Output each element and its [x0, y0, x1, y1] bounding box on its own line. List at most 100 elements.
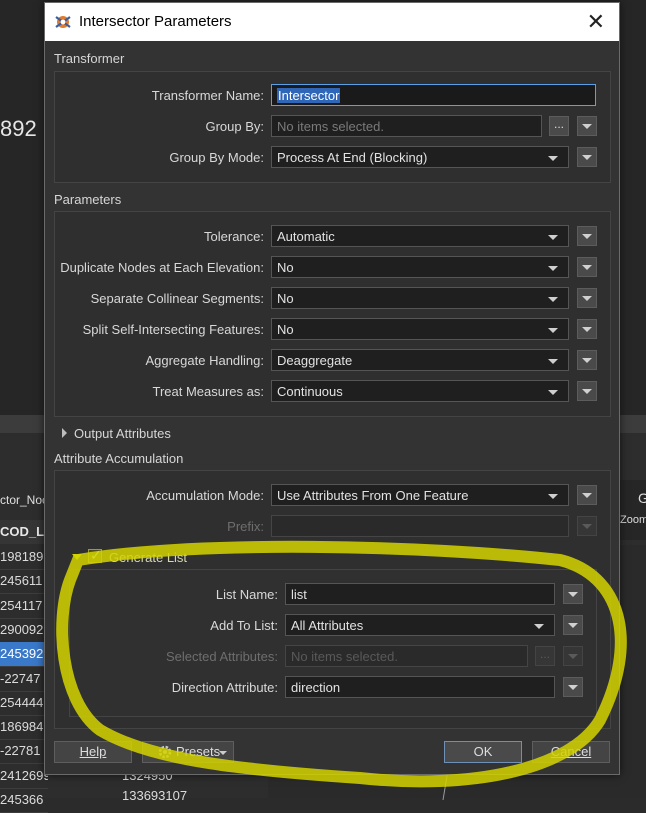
accumulation-section-title: Attribute Accumulation	[54, 451, 184, 466]
chevron-down-icon	[582, 493, 592, 498]
expand-right-icon[interactable]	[62, 428, 67, 438]
parameter-select[interactable]: Automatic	[271, 225, 569, 247]
group-by-menu-button[interactable]	[577, 116, 597, 136]
right-toolbar-label: G	[638, 490, 646, 506]
transformer-name-label: Transformer Name:	[151, 88, 264, 103]
chevron-down-icon	[568, 654, 578, 659]
table-cell[interactable]: 2412699	[0, 764, 48, 789]
intersector-parameters-dialog: Intersector Parameters ✕ Transformer Tra…	[44, 2, 620, 775]
add-to-list-select[interactable]: All Attributes	[285, 614, 555, 636]
dialog-titlebar[interactable]: Intersector Parameters ✕	[45, 3, 619, 41]
accumulation-mode-label: Accumulation Mode:	[146, 488, 264, 503]
parameter-menu-button[interactable]	[577, 257, 597, 277]
parameter-select[interactable]: Continuous	[271, 380, 569, 402]
chevron-down-icon	[582, 234, 592, 239]
chevron-down-icon	[568, 685, 578, 690]
prefix-label: Prefix:	[227, 519, 264, 534]
selected-attributes-ellipsis-button: ...	[535, 646, 555, 666]
table-cell[interactable]: -22781	[0, 739, 48, 765]
chevron-down-icon	[534, 624, 544, 629]
accumulation-mode-menu-button[interactable]	[577, 485, 597, 505]
chevron-down-icon	[568, 623, 578, 628]
group-by-mode-label: Group By Mode:	[169, 150, 264, 165]
prefix-input	[271, 515, 569, 537]
add-to-list-menu-button[interactable]	[563, 615, 583, 635]
chevron-down-icon	[582, 265, 592, 270]
chevron-down-icon	[548, 359, 558, 364]
parameter-select[interactable]: No	[271, 256, 569, 278]
chevron-down-icon	[582, 124, 592, 129]
direction-attribute-menu-button[interactable]	[563, 677, 583, 697]
selected-attributes-field: No items selected.	[285, 645, 528, 667]
chevron-down-icon	[582, 155, 592, 160]
parameter-menu-button[interactable]	[577, 288, 597, 308]
table-column-header[interactable]: COD_LC	[0, 520, 53, 544]
chevron-down-icon	[582, 358, 592, 363]
group-by-mode-select[interactable]: Process At End (Blocking)	[271, 146, 569, 168]
presets-button[interactable]: Presets	[142, 741, 234, 763]
table-cell[interactable]: 186984	[0, 715, 48, 741]
chevron-down-icon	[548, 328, 558, 333]
list-name-menu-button[interactable]	[563, 584, 583, 604]
chevron-down-icon	[219, 751, 227, 755]
table-cell[interactable]: 133693107	[122, 786, 187, 806]
chevron-down-icon	[582, 296, 592, 301]
dialog-title: Intersector Parameters	[79, 13, 232, 30]
direction-attribute-input[interactable]: direction	[285, 676, 555, 698]
parameter-label: Treat Measures as:	[152, 384, 264, 399]
transformer-name-input[interactable]: Intersector	[271, 84, 596, 106]
parameter-menu-button[interactable]	[577, 381, 597, 401]
table-cell[interactable]: -22747	[0, 667, 48, 692]
cancel-button[interactable]: Cancel	[532, 741, 610, 763]
close-icon[interactable]: ✕	[587, 9, 605, 35]
table-cell[interactable]: 245366	[0, 788, 48, 813]
chevron-down-icon	[548, 266, 558, 271]
chevron-down-icon	[548, 494, 558, 499]
chevron-down-icon	[568, 592, 578, 597]
generate-list-label[interactable]: Generate List	[109, 550, 187, 565]
group-by-ellipsis-button[interactable]: ...	[549, 116, 569, 136]
chevron-down-icon	[548, 390, 558, 395]
table-cell[interactable]: 245611	[0, 569, 48, 595]
selected-attributes-label: Selected Attributes:	[165, 649, 278, 664]
output-attributes-toggle[interactable]: Output Attributes	[74, 426, 171, 441]
parameter-select[interactable]: No	[271, 287, 569, 309]
parameter-menu-button[interactable]	[577, 319, 597, 339]
chevron-down-icon	[582, 327, 592, 332]
parameters-section-title: Parameters	[54, 192, 122, 207]
accumulation-mode-select[interactable]: Use Attributes From One Feature	[271, 484, 569, 506]
table-cell[interactable]: 245392	[0, 642, 48, 668]
parameter-select[interactable]: Deaggregate	[271, 349, 569, 371]
presets-label: Presets	[176, 744, 221, 759]
group-by-mode-menu-button[interactable]	[577, 147, 597, 167]
table-cell[interactable]: 254117	[0, 594, 48, 619]
zoom-label[interactable]: Zoom	[620, 514, 646, 526]
table-cell[interactable]: 254444	[0, 691, 48, 716]
ok-button[interactable]: OK	[444, 741, 522, 763]
chevron-down-icon	[548, 156, 558, 161]
list-name-input[interactable]: list	[285, 583, 555, 605]
selected-attributes-menu-button	[563, 646, 583, 666]
parameter-menu-button[interactable]	[577, 350, 597, 370]
prefix-menu-button	[577, 516, 597, 536]
table-cell[interactable]: 198189	[0, 545, 48, 570]
transformer-section-title: Transformer	[54, 51, 125, 66]
generate-list-checkbox[interactable]: ✓	[88, 547, 102, 563]
parameter-menu-button[interactable]	[577, 226, 597, 246]
group-by-field[interactable]: No items selected.	[271, 115, 542, 137]
list-name-label: List Name:	[215, 587, 278, 602]
parameter-label: Split Self-Intersecting Features:	[82, 322, 264, 337]
background-number: 892	[0, 116, 37, 141]
chevron-down-icon	[548, 235, 558, 240]
parameter-label: Aggregate Handling:	[145, 353, 264, 368]
table-tab[interactable]: ctor_Noc	[0, 487, 48, 513]
presets-gear-icon	[158, 745, 172, 759]
group-by-label: Group By:	[205, 119, 264, 134]
parameter-select[interactable]: No	[271, 318, 569, 340]
help-button[interactable]: Help	[54, 741, 132, 763]
collapse-down-icon[interactable]	[72, 554, 82, 560]
table-cell[interactable]: 290092	[0, 618, 48, 643]
parameter-label: Duplicate Nodes at Each Elevation:	[60, 260, 264, 275]
checkmark-icon: ✓	[90, 547, 102, 563]
add-to-list-label: Add To List:	[210, 618, 278, 633]
